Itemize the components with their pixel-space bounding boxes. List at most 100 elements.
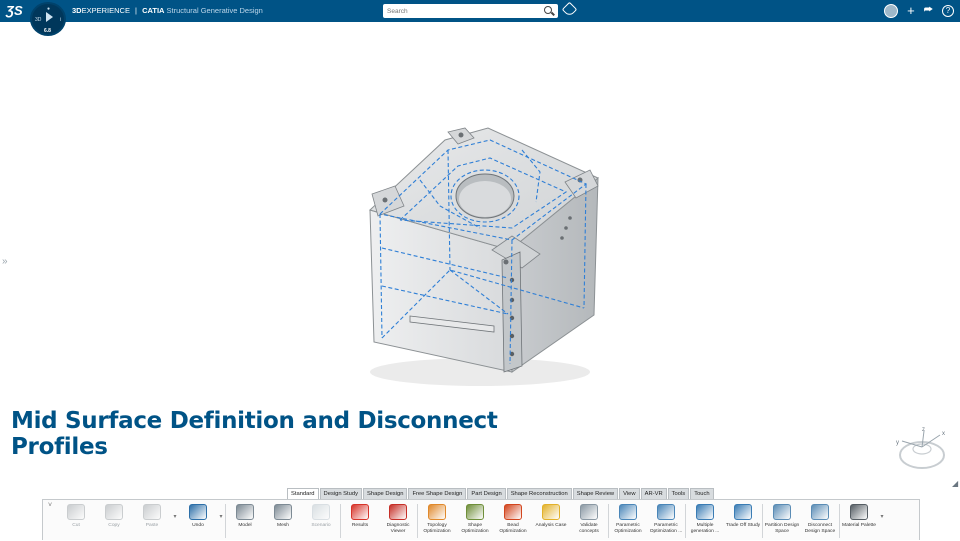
search-box[interactable] xyxy=(383,4,558,18)
command-label: Topology Optimization xyxy=(423,523,451,534)
material-palette-icon xyxy=(850,504,868,520)
trade-off-study-icon xyxy=(734,504,752,520)
command-label: Trade Off Study xyxy=(725,523,761,528)
command-label: Material Palette xyxy=(842,523,876,528)
command-label: Analysis Case xyxy=(535,523,567,528)
parametric-optimization-button[interactable]: Parametric Optimization xyxy=(609,500,647,541)
command-label: Bead Optimization xyxy=(499,523,527,534)
tab-free-shape-design[interactable]: Free Shape Design xyxy=(408,488,467,499)
top-right-toolbar: + ⮫ ? xyxy=(884,3,954,18)
scenario-button[interactable]: Scenario xyxy=(302,500,340,541)
model-button[interactable]: Model xyxy=(226,500,264,541)
validate-concepts-icon xyxy=(580,504,598,520)
scenario-icon xyxy=(312,504,330,520)
compass-z-label: z xyxy=(922,427,925,433)
avatar[interactable] xyxy=(884,3,899,18)
command-label: Multiple generation ... xyxy=(690,523,720,534)
dropdown-arrow-icon[interactable]: ▾ xyxy=(171,500,179,541)
more-commands-icon[interactable]: ▾ xyxy=(878,500,886,541)
command-label: Cut xyxy=(72,523,80,528)
command-label: Parametric Optimization xyxy=(614,523,642,534)
compass-3d-label[interactable]: 3D xyxy=(35,17,41,23)
compass-widget[interactable]: ● 3D i 6.8 xyxy=(30,2,66,36)
app-subtitle: Structural Generative Design xyxy=(166,6,263,15)
tab-part-design[interactable]: Part Design xyxy=(467,488,506,499)
dropdown-arrow-icon[interactable]: ▾ xyxy=(217,500,225,541)
search-icon[interactable] xyxy=(544,6,552,14)
expand-panel-icon[interactable]: » xyxy=(2,256,8,267)
model-viewport[interactable] xyxy=(340,110,630,410)
scissors-button[interactable]: Cut xyxy=(57,500,95,541)
model-icon xyxy=(236,504,254,520)
disconnect-design-space-icon xyxy=(811,504,829,520)
results-button[interactable]: Results xyxy=(341,500,379,541)
tab-design-study[interactable]: Design Study xyxy=(319,488,363,499)
action-bar: ˅ Cut Copy Paste ▾ Undo ▾ Model Mesh Scenario Res… xyxy=(42,499,920,540)
tag-icon[interactable] xyxy=(561,1,578,18)
view-compass[interactable]: z x y xyxy=(890,423,950,473)
analysis-case-button[interactable]: Analysis Case xyxy=(532,500,570,541)
diagnostic-viewer-button[interactable]: Diagnostic Viewer xyxy=(379,500,417,541)
command-label: Partition Design Space xyxy=(764,523,800,534)
share-icon[interactable]: ⮫ xyxy=(924,3,933,18)
section-tabs: Standard Design Study Shape Design Free Sha… xyxy=(287,488,714,499)
multiple-generation-icon xyxy=(696,504,714,520)
compass-version: 6.8 xyxy=(44,28,51,34)
partition-design-space-icon xyxy=(773,504,791,520)
analysis-case-icon xyxy=(542,504,560,520)
compass-x-label: x xyxy=(942,431,945,437)
diagnostic-viewer-icon xyxy=(389,504,407,520)
help-icon[interactable]: ? xyxy=(942,4,954,17)
scissors-icon xyxy=(67,504,85,520)
play-icon[interactable] xyxy=(46,12,53,22)
app-name: CATIA xyxy=(142,6,165,15)
tab-tools[interactable]: Tools xyxy=(667,488,690,499)
brand-rest: EXPERIENCE xyxy=(81,6,130,15)
paste-button[interactable]: Paste xyxy=(133,500,171,541)
collapse-actionbar-icon[interactable]: ˅ xyxy=(43,500,57,541)
copy-button[interactable]: Copy xyxy=(95,500,133,541)
command-label: Mesh xyxy=(277,523,289,528)
search-input[interactable] xyxy=(387,5,537,17)
material-palette-button[interactable]: Material Palette xyxy=(840,500,878,541)
multiple-generation-button[interactable]: Multiple generation ... xyxy=(686,500,724,541)
copy-icon xyxy=(105,504,123,520)
validate-concepts-button[interactable]: Validate concepts xyxy=(570,500,608,541)
command-label: Undo xyxy=(192,523,204,528)
tab-view[interactable]: View xyxy=(619,488,640,499)
corner-grip-icon[interactable]: ◢ xyxy=(952,479,958,488)
compass-i-label[interactable]: i xyxy=(60,17,61,23)
add-icon[interactable]: + xyxy=(907,3,915,18)
tab-shape-review[interactable]: Shape Review xyxy=(572,488,619,499)
command-label: Results xyxy=(351,523,369,528)
partition-design-space-button[interactable]: Partition Design Space xyxy=(763,500,801,541)
dassault-logo[interactable]: ƷS xyxy=(6,3,23,18)
tab-shape-design[interactable]: Shape Design xyxy=(363,488,408,499)
shape-optimization-button[interactable]: Shape Optimization xyxy=(456,500,494,541)
slide-title: Mid Surface Definition and Disconnect Pr… xyxy=(11,408,498,460)
parametric-optimization-icon xyxy=(619,504,637,520)
command-label: Copy xyxy=(108,523,120,528)
tab-ar-vr[interactable]: AR-VR xyxy=(640,488,667,499)
undo-icon xyxy=(189,504,207,520)
top-bar: ƷS ● 3D i 6.8 3D EXPERIENCE | CATIA Struc… xyxy=(0,0,960,36)
trade-off-study-button[interactable]: Trade Off Study xyxy=(724,500,762,541)
undo-button[interactable]: Undo xyxy=(179,500,217,541)
command-label: Paste xyxy=(145,523,159,528)
command-label: Scenario xyxy=(311,523,331,528)
command-label: Shape Optimization xyxy=(461,523,489,534)
tab-shape-reconstruction[interactable]: Shape Reconstruction xyxy=(506,488,572,499)
bead-optimization-button[interactable]: Bead Optimization xyxy=(494,500,532,541)
mesh-button[interactable]: Mesh xyxy=(264,500,302,541)
command-label: Model xyxy=(238,523,252,528)
shape-optimization-icon xyxy=(466,504,484,520)
results-icon xyxy=(351,504,369,520)
topology-optimization-button[interactable]: Topology Optimization xyxy=(418,500,456,541)
tab-standard[interactable]: Standard xyxy=(287,488,319,499)
parametric-optimization-2-button[interactable]: Parametric Optimization ... xyxy=(647,500,685,541)
paste-icon xyxy=(143,504,161,520)
title-separator: | xyxy=(135,6,137,15)
tab-touch[interactable]: Touch xyxy=(690,488,714,499)
command-label: Diagnostic Viewer xyxy=(386,523,410,534)
disconnect-design-space-button[interactable]: Disconnect Design Space xyxy=(801,500,839,541)
